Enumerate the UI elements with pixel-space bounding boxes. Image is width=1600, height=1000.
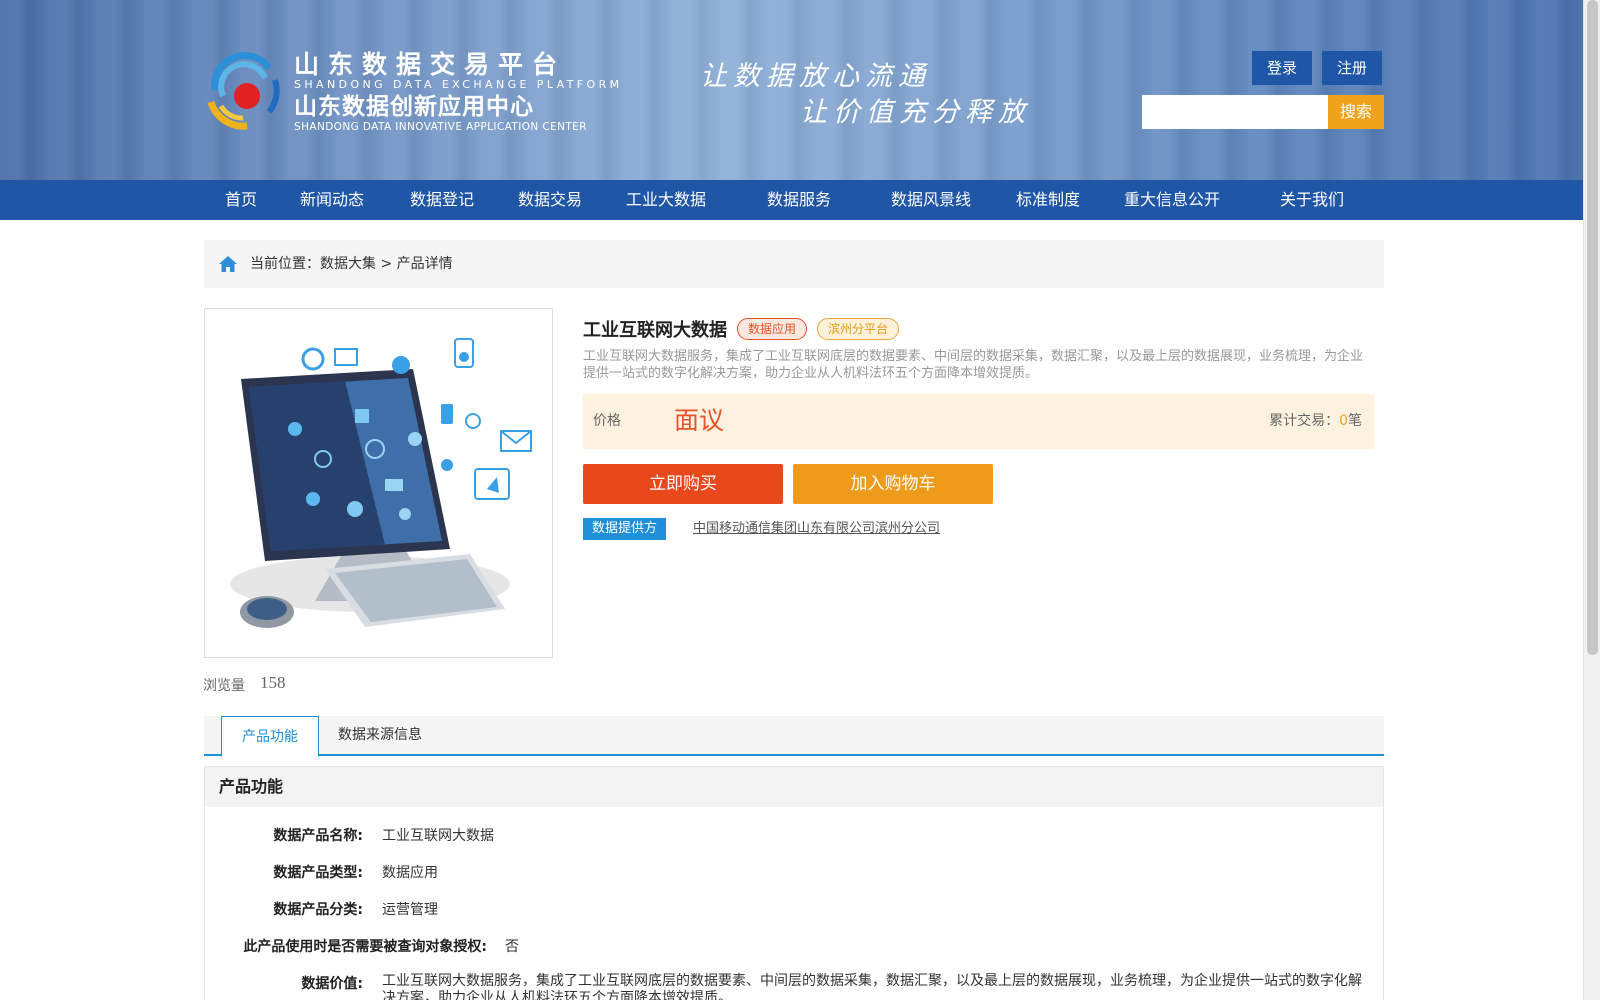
nav-item-news[interactable]: 新闻动态	[300, 180, 364, 220]
nav-item-home[interactable]: 首页	[225, 180, 257, 220]
provider-tag: 数据提供方	[583, 518, 667, 540]
search-button[interactable]: 搜索	[1328, 95, 1384, 129]
buy-now-button[interactable]: 立即购买	[583, 464, 783, 504]
computer-illustration	[230, 338, 532, 628]
product-image	[204, 308, 553, 658]
logo-icon	[207, 52, 280, 130]
breadcrumb: 当前位置：数据大集 > 产品详情	[204, 240, 1384, 288]
trades-unit: 笔	[1348, 413, 1362, 429]
add-to-cart-button[interactable]: 加入购物车	[793, 464, 993, 504]
detail-label: 数据价值:	[301, 976, 363, 992]
main-nav: 首页 新闻动态 数据登记 数据交易 工业大数据 数据服务 数据风景线 标准制度 …	[0, 180, 1583, 220]
logo-subtitle-cn: 山东数据创新应用中心	[294, 94, 534, 120]
trades-label: 累计交易：	[1269, 413, 1340, 429]
detail-label: 此产品使用时是否需要被查询对象授权:	[243, 939, 487, 955]
trades-count: 0	[1339, 413, 1348, 429]
nav-item-disclosure[interactable]: 重大信息公开	[1124, 180, 1220, 220]
detail-label: 数据产品名称:	[273, 828, 363, 844]
scrollbar-thumb[interactable]	[1587, 0, 1598, 655]
slogan-line-1: 让数据放心流通	[700, 61, 931, 91]
site-header: 山东数据交易平台 SHANDONG DATA EXCHANGE PLATFORM…	[0, 0, 1583, 180]
nav-item-standards[interactable]: 标准制度	[1016, 180, 1080, 220]
nav-item-about-us[interactable]: 关于我们	[1280, 180, 1344, 220]
slogan-line-2: 让价值充分释放	[800, 97, 1031, 127]
details-header: 产品功能	[205, 767, 1383, 807]
price-value: 面议	[674, 408, 725, 435]
tab-product-function[interactable]: 产品功能	[221, 716, 319, 757]
logo-subtitle-en: SHANDONG DATA INNOVATIVE APPLICATION CEN…	[294, 121, 587, 133]
logo-title-en: SHANDONG DATA EXCHANGE PLATFORM	[294, 78, 623, 91]
platform-tag: 滨州分平台	[817, 318, 900, 340]
product-details-panel: 产品功能 数据产品名称: 工业互联网大数据 数据产品类型: 数据应用 数据产品分…	[204, 766, 1384, 1000]
logo-title-cn: 山东数据交易平台	[294, 50, 567, 79]
register-button[interactable]: 注册	[1322, 51, 1382, 85]
tab-bar: 产品功能 数据来源信息	[204, 716, 1384, 757]
provider-link[interactable]: 中国移动通信集团山东有限公司滨州分公司	[693, 518, 940, 540]
cumulative-trades: 累计交易：0笔	[1269, 394, 1362, 449]
detail-value-authorization: 否	[505, 939, 519, 955]
detail-value-category: 运营管理	[382, 902, 438, 918]
detail-value-name: 工业互联网大数据	[382, 828, 494, 844]
detail-label: 数据产品分类:	[273, 902, 363, 918]
detail-value-type: 数据应用	[382, 865, 438, 881]
home-icon	[219, 256, 237, 272]
product-description: 工业互联网大数据服务，集成了工业互联网底层的数据要素、中间层的数据采集，数据汇聚…	[583, 349, 1364, 381]
search-input[interactable]	[1142, 95, 1328, 129]
views-count: 158	[260, 673, 286, 692]
nav-item-data-registration[interactable]: 数据登记	[410, 180, 474, 220]
breadcrumb-text: 当前位置：数据大集 > 产品详情	[250, 256, 453, 272]
logo-text: 山东数据交易平台 SHANDONG DATA EXCHANGE PLATFORM…	[294, 50, 623, 134]
tab-data-source-info[interactable]: 数据来源信息	[338, 716, 422, 756]
views-label: 浏览量	[203, 678, 245, 694]
login-button[interactable]: 登录	[1252, 51, 1312, 85]
nav-item-data-trading[interactable]: 数据交易	[518, 180, 582, 220]
product-type-tag: 数据应用	[737, 318, 808, 340]
nav-item-data-services[interactable]: 数据服务	[767, 180, 831, 220]
product-title: 工业互联网大数据	[583, 320, 727, 341]
price-label: 价格	[593, 413, 621, 429]
detail-value-value: 工业互联网大数据服务，集成了工业互联网底层的数据要素、中间层的数据采集，数据汇聚…	[382, 973, 1362, 1000]
price-panel: 价格 面议 累计交易：0笔	[583, 394, 1374, 449]
nav-item-industrial-big-data[interactable]: 工业大数据	[626, 180, 706, 220]
page-scrollbar[interactable]	[1583, 0, 1600, 1000]
detail-label: 数据产品类型:	[273, 865, 363, 881]
page: 山东数据交易平台 SHANDONG DATA EXCHANGE PLATFORM…	[0, 0, 1600, 1000]
nav-item-data-landscape[interactable]: 数据风景线	[891, 180, 971, 220]
